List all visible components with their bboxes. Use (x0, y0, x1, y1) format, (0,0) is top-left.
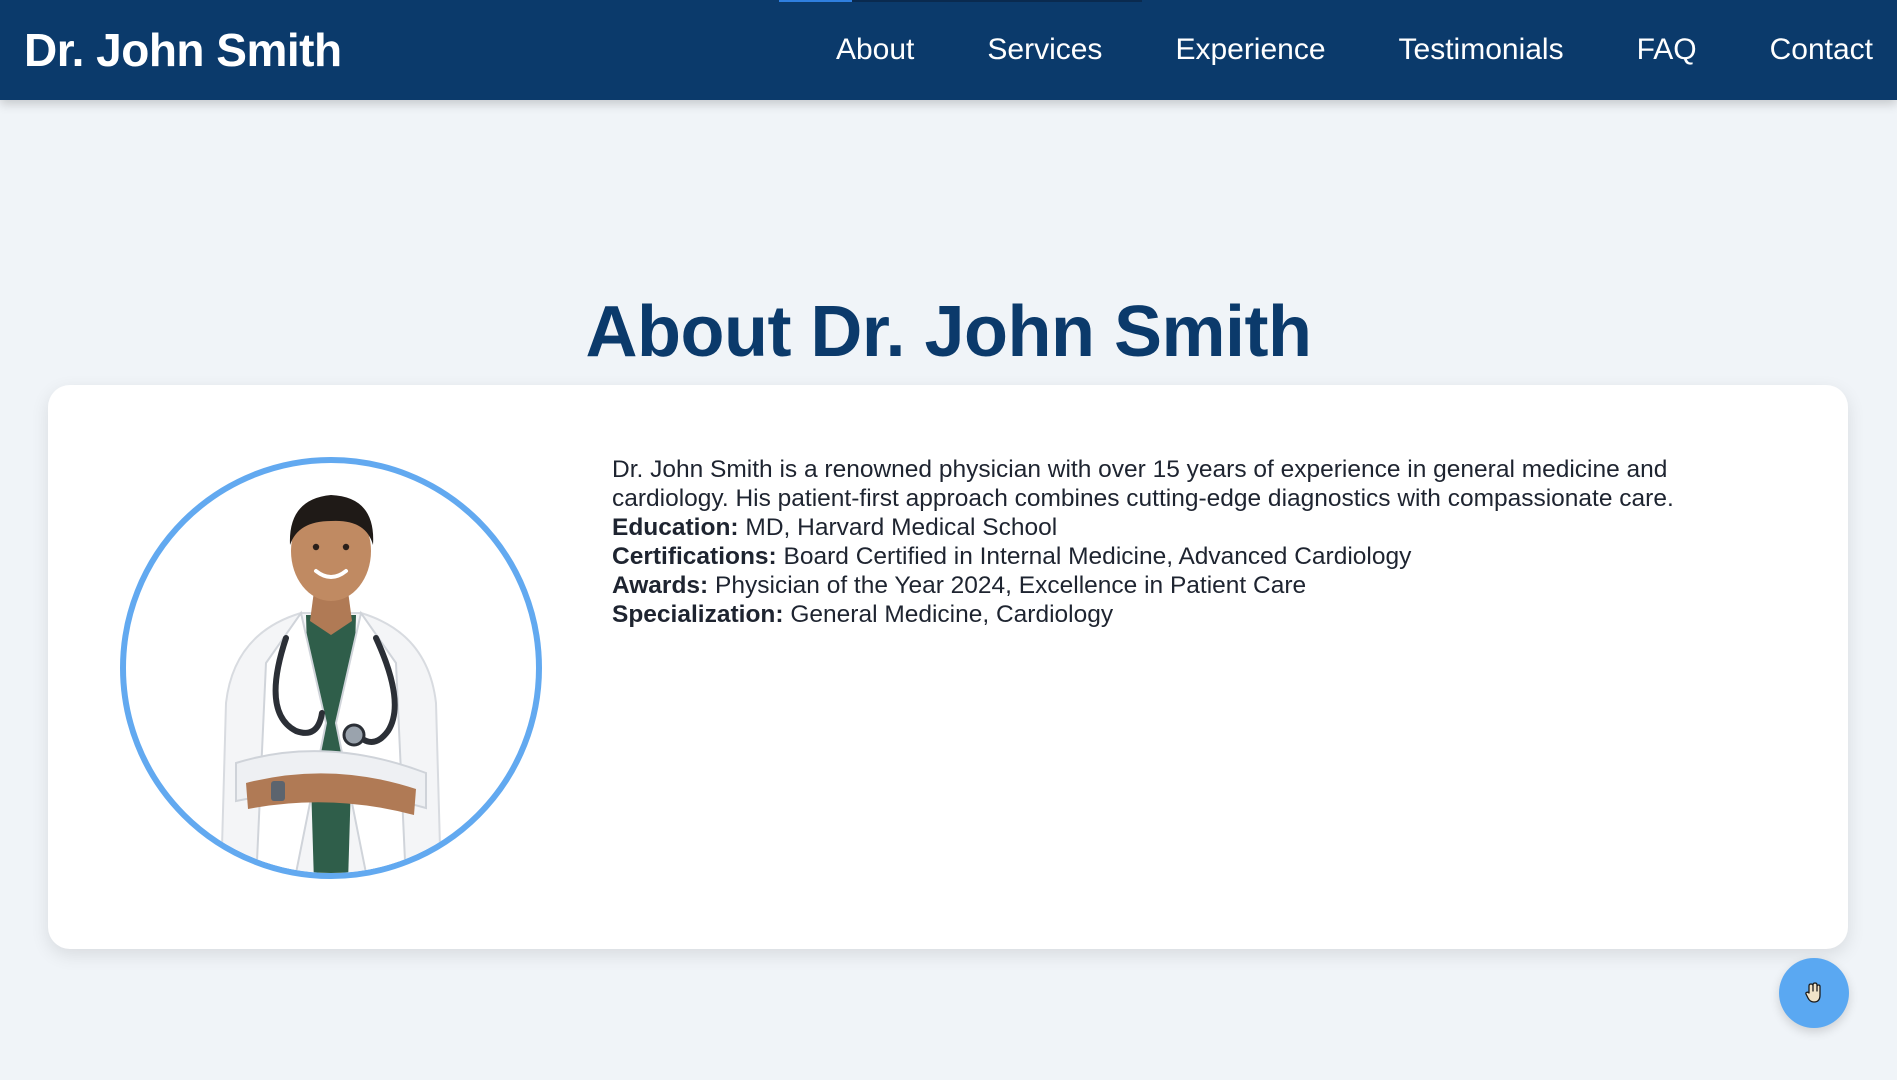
nav-link-services[interactable]: Services (987, 30, 1102, 70)
bio-detail-value: MD, Harvard Medical School (745, 514, 1058, 541)
nav-link-testimonials[interactable]: Testimonials (1399, 30, 1564, 70)
doctor-portrait-illustration (220, 495, 442, 873)
scroll-progress-fill (779, 0, 852, 2)
site-brand[interactable]: Dr. John Smith (24, 22, 342, 78)
scroll-progress-bar (779, 0, 1142, 2)
nav-link-experience[interactable]: Experience (1175, 30, 1325, 70)
bio-intro: Dr. John Smith is a renowned physician w… (612, 456, 1674, 512)
bio-detail-value: Board Certified in Internal Medicine, Ad… (783, 543, 1412, 570)
bio-detail-specialization: Specialization: General Medicine, Cardio… (612, 600, 1782, 629)
bio-detail-education: Education: MD, Harvard Medical School (612, 513, 1782, 542)
bio-detail-value: General Medicine, Cardiology (790, 601, 1114, 628)
nav-link-about[interactable]: About (836, 30, 914, 70)
nav-link-faq[interactable]: FAQ (1637, 30, 1697, 70)
main-nav: About Services Experience Testimonials F… (836, 30, 1873, 70)
doctor-portrait (120, 457, 542, 879)
bio-detail-certifications: Certifications: Board Certified in Inter… (612, 542, 1782, 571)
about-card: Dr. John Smith is a renowned physician w… (48, 385, 1848, 949)
bio-detail-label: Specialization: (612, 601, 784, 628)
bio-detail-awards: Awards: Physician of the Year 2024, Exce… (612, 571, 1782, 600)
floating-action-button[interactable] (1779, 958, 1849, 1028)
hand-icon (1805, 982, 1821, 1003)
bio-detail-label: Education: (612, 514, 739, 541)
nav-link-contact[interactable]: Contact (1770, 30, 1873, 70)
bio-detail-label: Certifications: (612, 543, 777, 570)
navbar: Dr. John Smith About Services Experience… (0, 0, 1897, 100)
about-section-title: About Dr. John Smith (585, 292, 1312, 373)
bio-detail-value: Physician of the Year 2024, Excellence i… (715, 572, 1307, 599)
doctor-bio: Dr. John Smith is a renowned physician w… (612, 455, 1782, 629)
bio-detail-label: Awards: (612, 572, 709, 599)
